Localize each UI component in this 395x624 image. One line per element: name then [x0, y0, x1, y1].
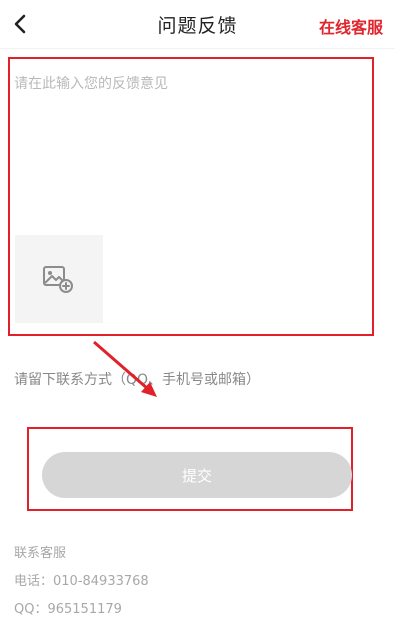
feedback-textarea[interactable]: 请在此输入您的反馈意见 [14, 73, 364, 93]
service-phone: 电话：010-84933768 [14, 574, 149, 589]
image-upload-button[interactable] [15, 235, 103, 323]
online-service-link[interactable]: 在线客服 [319, 14, 383, 38]
submit-button[interactable]: 提交 [42, 452, 352, 498]
submit-label: 提交 [181, 466, 212, 485]
customer-service-info: 联系客服 电话：010-84933768 QQ：965151179 [14, 540, 149, 624]
service-heading: 联系客服 [14, 546, 67, 561]
header-divider [0, 48, 395, 49]
top-bar: 问题反馈 在线客服 [0, 0, 395, 48]
service-qq: QQ：965151179 [14, 602, 122, 617]
contact-field[interactable]: 请留下联系方式（QQ、手机号或邮箱） [14, 369, 374, 389]
add-image-icon [43, 266, 73, 293]
